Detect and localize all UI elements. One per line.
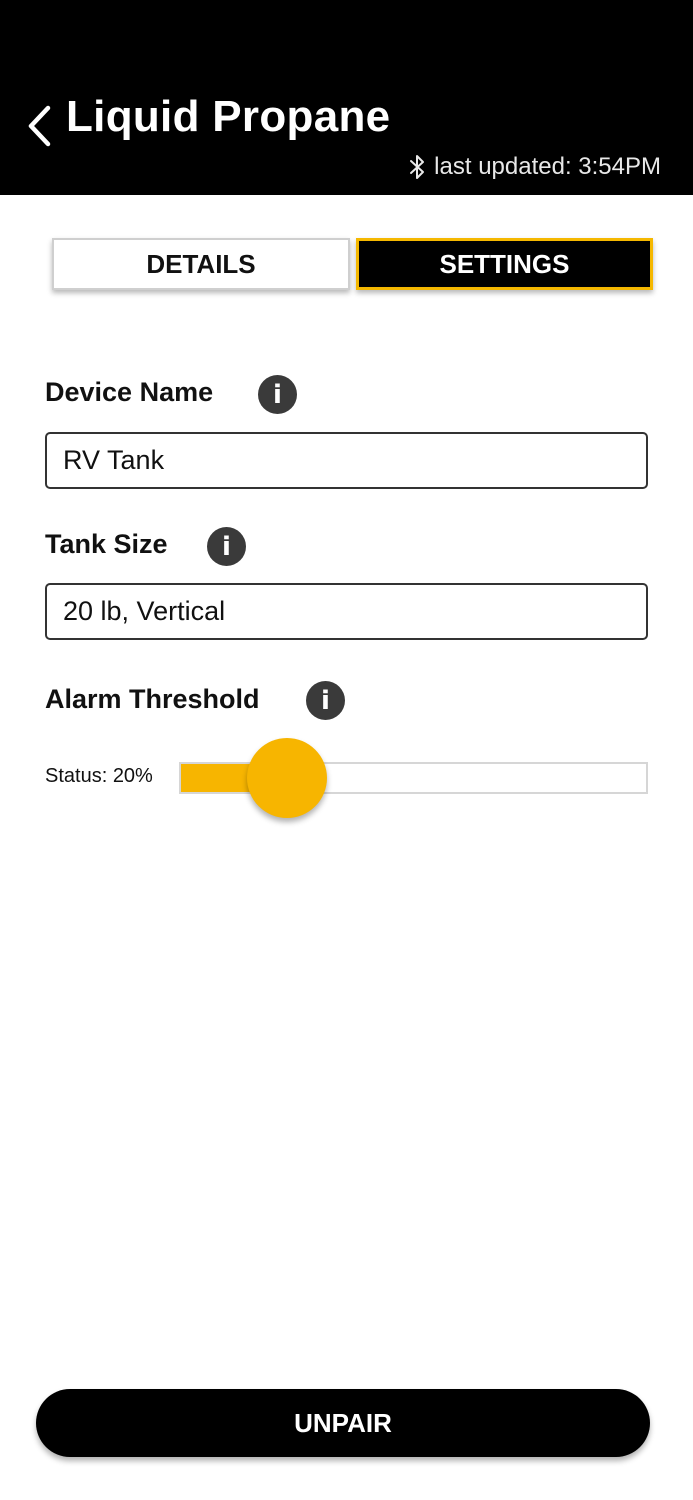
threshold-status-text: Status: 20%	[45, 765, 153, 787]
last-updated-text: last updated: 3:54PM	[434, 153, 661, 180]
tank-size-input[interactable]	[45, 583, 648, 640]
page-title: Liquid Propane	[66, 92, 391, 141]
bluetooth-icon	[408, 152, 426, 182]
device-name-info-icon[interactable]: i	[258, 375, 297, 414]
threshold-slider-thumb[interactable]	[247, 738, 327, 818]
last-updated-status: last updated: 3:54PM	[408, 152, 661, 182]
tab-settings[interactable]: SETTINGS	[356, 238, 653, 290]
alarm-threshold-info-icon[interactable]: i	[306, 681, 345, 720]
device-name-label: Device Name	[45, 377, 214, 407]
chevron-left-icon	[28, 105, 51, 147]
tank-size-label: Tank Size	[45, 529, 168, 559]
device-name-input[interactable]	[45, 432, 648, 489]
tank-size-info-icon[interactable]: i	[207, 527, 246, 566]
back-button[interactable]	[18, 98, 62, 154]
alarm-threshold-label: Alarm Threshold	[45, 684, 260, 714]
tab-details[interactable]: DETAILS	[52, 238, 350, 290]
header-bar: Liquid Propane last updated: 3:54PM	[0, 0, 693, 195]
unpair-button[interactable]: UNPAIR	[36, 1389, 650, 1457]
